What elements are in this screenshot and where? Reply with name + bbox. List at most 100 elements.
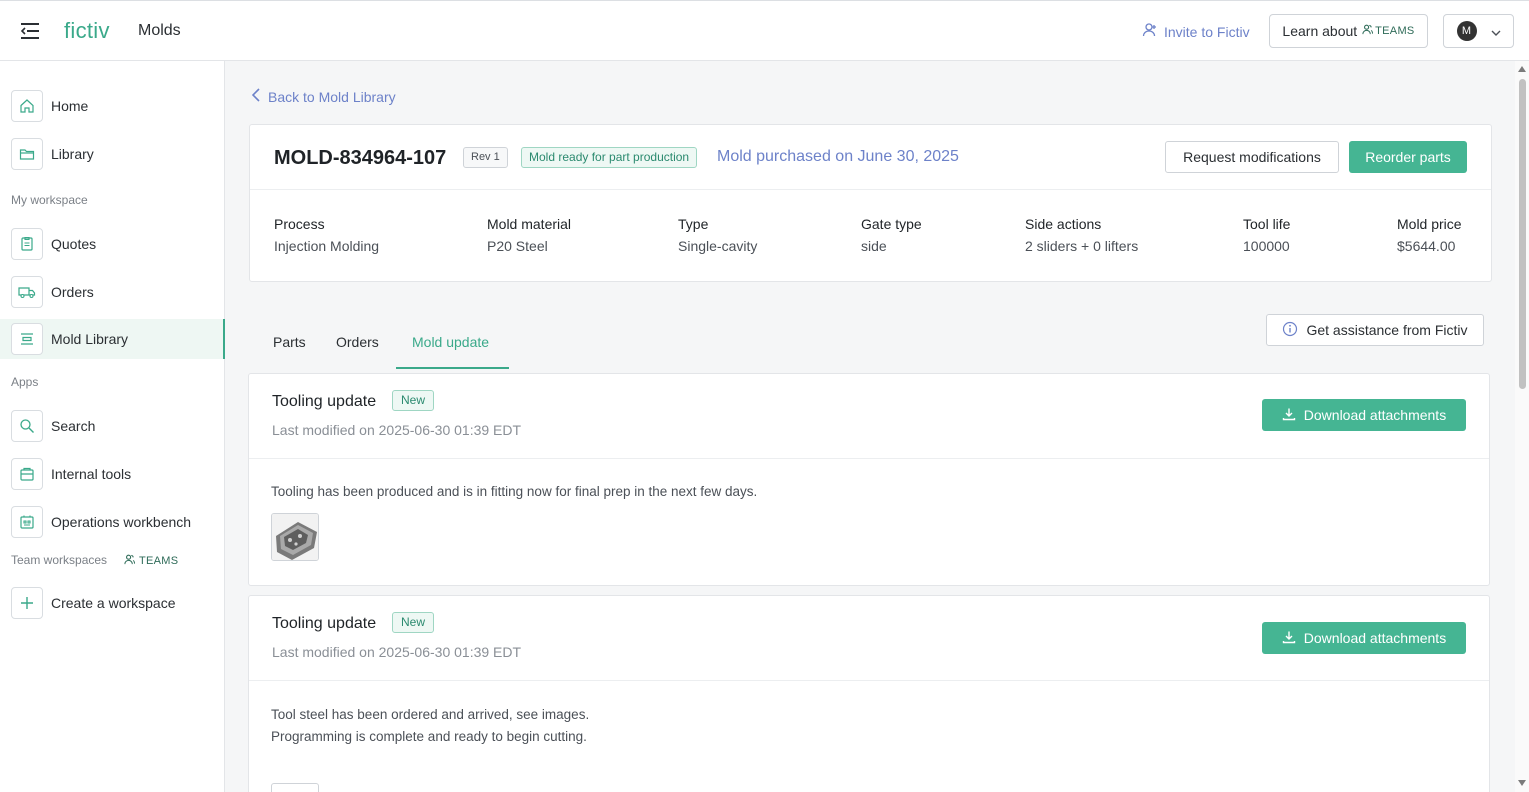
status-badge: Mold ready for part production: [521, 147, 698, 168]
avatar: M: [1456, 21, 1477, 41]
spec-side-actions: Side actions 2 sliders + 0 lifters: [1025, 216, 1138, 254]
spec-tool-life: Tool life 100000: [1243, 216, 1290, 254]
team-workspaces-teams-tag: TEAMS: [124, 554, 178, 568]
spec-label: Tool life: [1243, 216, 1291, 232]
tools-icon: [11, 458, 43, 490]
download-label: Download attachments: [1303, 630, 1447, 646]
update-title: Tooling update: [272, 615, 377, 632]
sidebar-item-quotes[interactable]: Quotes: [0, 224, 225, 264]
spec-label: Side actions: [1025, 216, 1102, 232]
search-icon: [11, 410, 43, 442]
truck-icon: [11, 276, 43, 308]
create-workspace-button[interactable]: Create a workspace: [0, 583, 225, 623]
spec-value: $5644.00: [1397, 238, 1456, 254]
spec-label: Mold material: [487, 216, 572, 232]
scroll-up-arrow-icon[interactable]: [1518, 66, 1526, 72]
scroll-down-arrow-icon[interactable]: [1518, 780, 1526, 786]
chevron-left-icon: [251, 88, 260, 105]
teams-label: TEAMS: [1375, 25, 1415, 37]
purchase-date: Mold purchased on June 30, 2025: [717, 148, 959, 165]
plus-icon: [11, 587, 43, 619]
invite-user-icon: [1142, 22, 1158, 41]
mold-library-icon: [11, 323, 43, 355]
download-label: Download attachments: [1303, 407, 1447, 423]
spec-gate-type: Gate type side: [861, 216, 922, 254]
tab-parts[interactable]: Parts: [273, 334, 306, 350]
update-body-line: Programming is complete and ready to beg…: [271, 729, 587, 744]
update-date: Last modified on 2025-06-30 01:39 EDT: [272, 644, 522, 660]
reorder-parts-button[interactable]: Reorder parts: [1349, 141, 1467, 173]
home-icon: [11, 90, 43, 122]
update-body: Tooling has been produced and is in fitt…: [271, 484, 758, 499]
download-attachments-button[interactable]: Download attachments: [1262, 399, 1466, 431]
workbench-icon: [11, 506, 43, 538]
sidebar-item-label: Internal tools: [51, 466, 132, 482]
divider: [249, 680, 1489, 681]
invite-link[interactable]: Invite to Fictiv: [1142, 22, 1250, 41]
spec-label: Type: [678, 216, 709, 232]
download-attachments-button[interactable]: Download attachments: [1262, 622, 1466, 654]
download-icon: [1282, 630, 1296, 647]
sidebar-item-label: Orders: [51, 284, 94, 300]
assist-label: Get assistance from Fictiv: [1306, 322, 1468, 338]
mold-summary-card: MOLD-834964-107 Rev 1 Mold ready for par…: [249, 124, 1492, 282]
divider: [250, 189, 1491, 190]
spec-value: P20 Steel: [487, 238, 548, 254]
attachment-thumbnail[interactable]: [271, 783, 319, 792]
learn-about-teams-button[interactable]: Learn about TEAMS: [1269, 14, 1428, 48]
spec-mold-price: Mold price $5644.00: [1397, 216, 1462, 254]
sidebar-item-search[interactable]: Search: [0, 406, 225, 446]
sidebar-item-mold-library[interactable]: Mold Library: [0, 319, 225, 359]
menu-collapse-icon[interactable]: [20, 22, 40, 40]
update-card: Tooling update New Last modified on 2025…: [248, 595, 1490, 792]
mold-image-icon: [272, 514, 318, 560]
spec-process: Process Injection Molding: [274, 216, 379, 254]
revision-badge: Rev 1: [463, 147, 508, 168]
download-icon: [1282, 407, 1296, 424]
sidebar-item-internal-tools[interactable]: Internal tools: [0, 454, 225, 494]
spec-value: Injection Molding: [274, 238, 380, 254]
sidebar-item-label: Library: [51, 146, 94, 162]
sidebar-item-label: Operations workbench: [51, 514, 192, 530]
sidebar-item-label: Search: [51, 418, 96, 434]
mold-id: MOLD-834964-107: [274, 147, 447, 169]
sidebar-item-orders[interactable]: Orders: [0, 272, 225, 312]
spec-label: Process: [274, 216, 325, 232]
sidebar-item-label: Quotes: [51, 236, 97, 252]
top-bar: fictiv Molds Invite to Fictiv Learn abou…: [0, 0, 1529, 61]
spec-label: Gate type: [861, 216, 922, 232]
tab-mold-update[interactable]: Mold update: [412, 334, 489, 350]
folder-icon: [11, 138, 43, 170]
update-date: Last modified on 2025-06-30 01:39 EDT: [272, 422, 522, 438]
teams-icon: [1362, 24, 1374, 38]
request-modifications-button[interactable]: Request modifications: [1165, 141, 1339, 173]
update-title: Tooling update: [272, 393, 377, 410]
sidebar-item-library[interactable]: Library: [0, 134, 225, 174]
user-menu-button[interactable]: M: [1443, 14, 1514, 48]
page-scrollbar[interactable]: [1515, 61, 1529, 792]
teams-icon: [124, 554, 136, 568]
brand-logo[interactable]: fictiv: [64, 18, 110, 44]
sidebar-item-home[interactable]: Home: [0, 86, 225, 126]
spec-value: 2 sliders + 0 lifters: [1025, 238, 1139, 254]
invite-label: Invite to Fictiv: [1164, 23, 1250, 40]
get-assistance-button[interactable]: Get assistance from Fictiv: [1266, 314, 1484, 346]
active-tab-indicator: [396, 367, 509, 369]
spec-value: Single-cavity: [678, 238, 758, 254]
sidebar-item-operations-workbench[interactable]: Operations workbench: [0, 502, 225, 542]
sidebar-item-label: Mold Library: [51, 331, 129, 347]
sidebar-item-label: Home: [51, 98, 89, 114]
attachment-thumbnail[interactable]: [271, 513, 319, 561]
chevron-down-icon: [1491, 23, 1501, 39]
team-workspaces-heading: Team workspaces: [11, 553, 108, 567]
new-badge: New: [392, 612, 435, 633]
new-badge: New: [392, 390, 435, 411]
scroll-thumb[interactable]: [1519, 79, 1526, 389]
tab-orders[interactable]: Orders: [336, 334, 379, 350]
apps-heading: Apps: [11, 375, 39, 389]
divider: [249, 458, 1489, 459]
update-card: Tooling update New Last modified on 2025…: [248, 373, 1490, 586]
back-label: Back to Mold Library: [268, 88, 396, 105]
back-to-mold-library-link[interactable]: Back to Mold Library: [251, 88, 396, 105]
spec-label: Mold price: [1397, 216, 1462, 232]
